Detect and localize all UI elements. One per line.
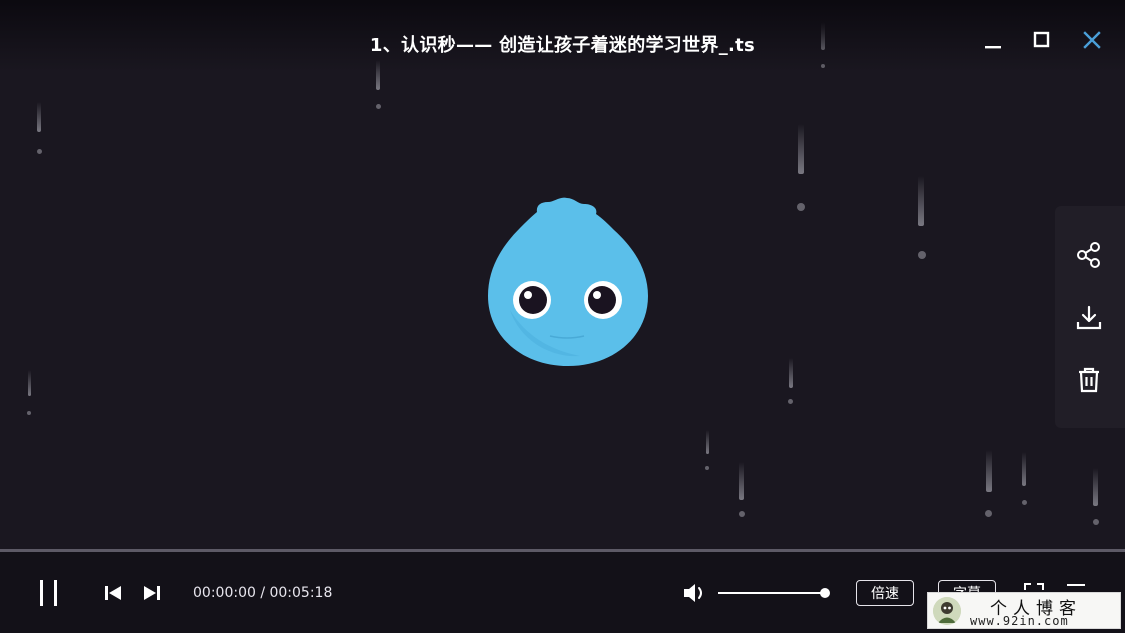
rain-streak — [918, 176, 924, 226]
volume-knob[interactable] — [820, 588, 830, 598]
volume-slider[interactable] — [718, 588, 830, 598]
previous-button[interactable] — [100, 582, 126, 604]
speed-button[interactable]: 倍速 — [856, 580, 914, 606]
volume-icon — [684, 584, 702, 602]
volume-button[interactable] — [680, 580, 710, 606]
avatar-icon — [933, 597, 961, 625]
rain-dot — [985, 510, 992, 517]
rain-dot — [1093, 519, 1099, 525]
close-icon — [1083, 31, 1101, 49]
share-button[interactable] — [1072, 238, 1106, 272]
pause-button[interactable] — [30, 576, 66, 610]
volume-fill — [718, 592, 825, 594]
rain-streak — [798, 124, 804, 174]
rain-streak — [789, 358, 793, 388]
rain-dot — [739, 511, 745, 517]
next-button[interactable] — [139, 582, 165, 604]
maximize-icon — [1033, 31, 1050, 48]
skip-previous-icon — [105, 586, 121, 600]
minimize-button[interactable] — [978, 26, 1008, 54]
watermark-url: www.92in.com — [970, 614, 1069, 628]
title-bar: 1、认识秒—— 创造让孩子着迷的学习世界_.ts — [0, 0, 1125, 72]
rain-streak — [706, 430, 709, 454]
rain-dot — [788, 399, 793, 404]
blue-droplet-mascot — [488, 197, 648, 366]
minimize-icon — [985, 46, 1001, 49]
time-display: 00:00:00 / 00:05:18 — [193, 585, 333, 601]
rain-dot — [705, 466, 709, 470]
pause-icon — [40, 580, 57, 606]
download-button[interactable] — [1072, 301, 1106, 335]
rain-dot — [918, 251, 926, 259]
rain-streak — [1022, 452, 1026, 486]
watermark-logo — [933, 597, 961, 625]
rain-streak — [1093, 468, 1098, 506]
rain-dot — [27, 411, 31, 415]
rain-streak — [739, 462, 744, 500]
watermark: 个人博客 www.92in.com — [927, 592, 1121, 629]
share-icon — [1077, 242, 1100, 268]
skip-next-icon — [144, 586, 160, 600]
delete-button[interactable] — [1072, 363, 1106, 397]
download-icon — [1076, 305, 1102, 330]
rain-dot — [1022, 500, 1027, 505]
close-button[interactable] — [1077, 26, 1107, 54]
window-title: 1、认识秒—— 创造让孩子着迷的学习世界_.ts — [369, 35, 756, 56]
rain-streak — [28, 370, 31, 396]
maximize-button[interactable] — [1027, 26, 1057, 54]
rain-dot — [376, 104, 381, 109]
side-action-panel — [1055, 206, 1125, 428]
rain-dot — [797, 203, 805, 211]
rain-streak — [37, 102, 41, 132]
rain-dot — [37, 149, 42, 154]
rain-streak — [986, 450, 992, 492]
video-area[interactable]: 1、认识秒—— 创造让孩子着迷的学习世界_.ts — [0, 0, 1125, 550]
trash-icon — [1079, 367, 1099, 393]
